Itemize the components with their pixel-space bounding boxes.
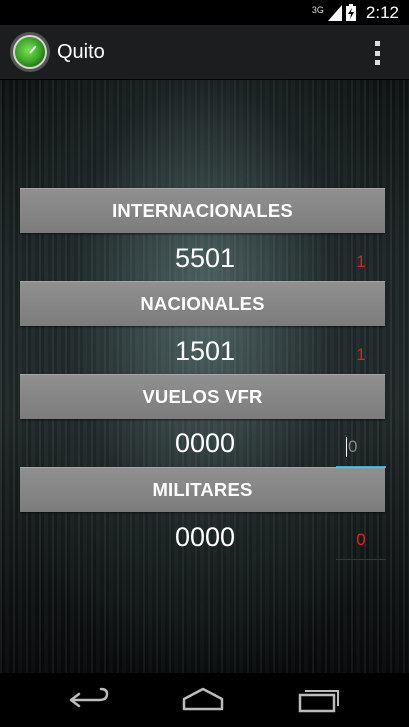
text-cursor	[346, 437, 347, 457]
side-value-vuelos-vfr-text: 0	[348, 437, 358, 456]
recent-apps-icon[interactable]	[294, 685, 344, 715]
app-title: Quito	[57, 40, 105, 63]
side-value-vuelos-vfr[interactable]: 0	[336, 428, 386, 468]
network-type: 3G	[311, 4, 324, 15]
header-nacionales: NACIONALES	[20, 281, 385, 326]
value-vuelos-vfr[interactable]: 0000	[110, 421, 300, 465]
back-icon[interactable]	[63, 685, 113, 715]
navigation-bar	[0, 673, 409, 727]
header-internacionales: INTERNACIONALES	[20, 188, 385, 233]
main-content: INTERNACIONALES 5501 1 NACIONALES 1501 1…	[0, 80, 409, 673]
header-vuelos-vfr: VUELOS VFR	[20, 374, 385, 419]
signal-icon	[327, 4, 342, 21]
radar-icon[interactable]	[13, 35, 47, 69]
header-militares: MILITARES	[20, 467, 385, 512]
side-value-militares[interactable]: 0	[336, 520, 386, 560]
action-bar: Quito	[0, 25, 409, 80]
home-icon[interactable]	[178, 685, 228, 715]
side-value-internacionales[interactable]: 1	[336, 242, 386, 282]
clock: 2:12	[365, 2, 399, 22]
side-value-nacionales[interactable]: 1	[336, 335, 386, 375]
overflow-menu-icon[interactable]	[375, 41, 381, 65]
value-nacionales[interactable]: 1501	[110, 329, 300, 373]
battery-icon	[345, 4, 356, 21]
value-militares[interactable]: 0000	[110, 515, 300, 559]
value-internacionales[interactable]: 5501	[110, 236, 300, 280]
status-bar: 3G 2:12	[0, 0, 409, 25]
